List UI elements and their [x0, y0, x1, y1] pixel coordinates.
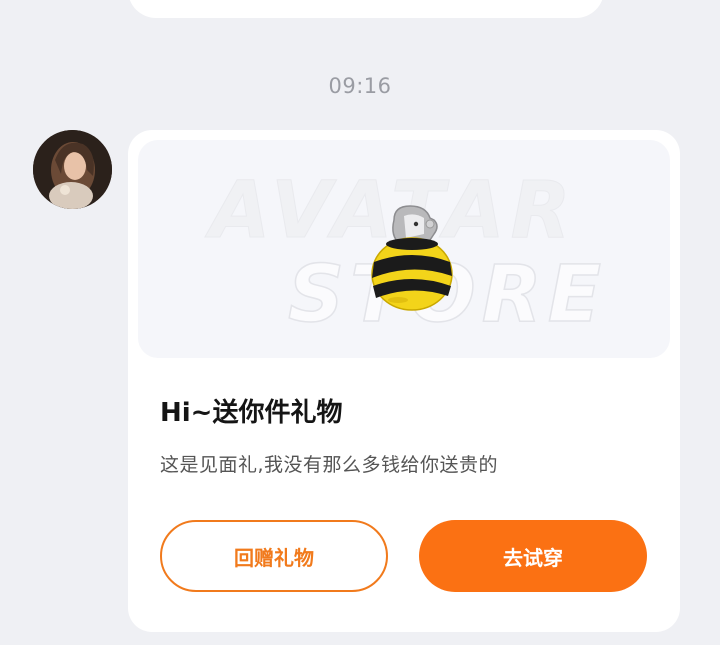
- return-gift-button[interactable]: 回赠礼物: [160, 520, 388, 592]
- avatar-store-banner[interactable]: AVATAR STORE: [138, 140, 670, 358]
- previous-message-bubble: [128, 0, 604, 18]
- message-timestamp: 09:16: [328, 74, 392, 98]
- sender-avatar[interactable]: [33, 130, 112, 209]
- gift-message-card[interactable]: AVATAR STORE Hi~送你件礼物 这是见面礼,我没有那么多钱给你送贵的…: [128, 130, 680, 632]
- try-on-button[interactable]: 去试穿: [419, 520, 647, 592]
- bee-ball-pet-icon: [371, 205, 453, 311]
- gift-message-title: Hi~送你件礼物: [160, 398, 343, 428]
- gift-message-description: 这是见面礼,我没有那么多钱给你送贵的: [160, 454, 499, 476]
- avatar-photo-icon: [33, 130, 112, 209]
